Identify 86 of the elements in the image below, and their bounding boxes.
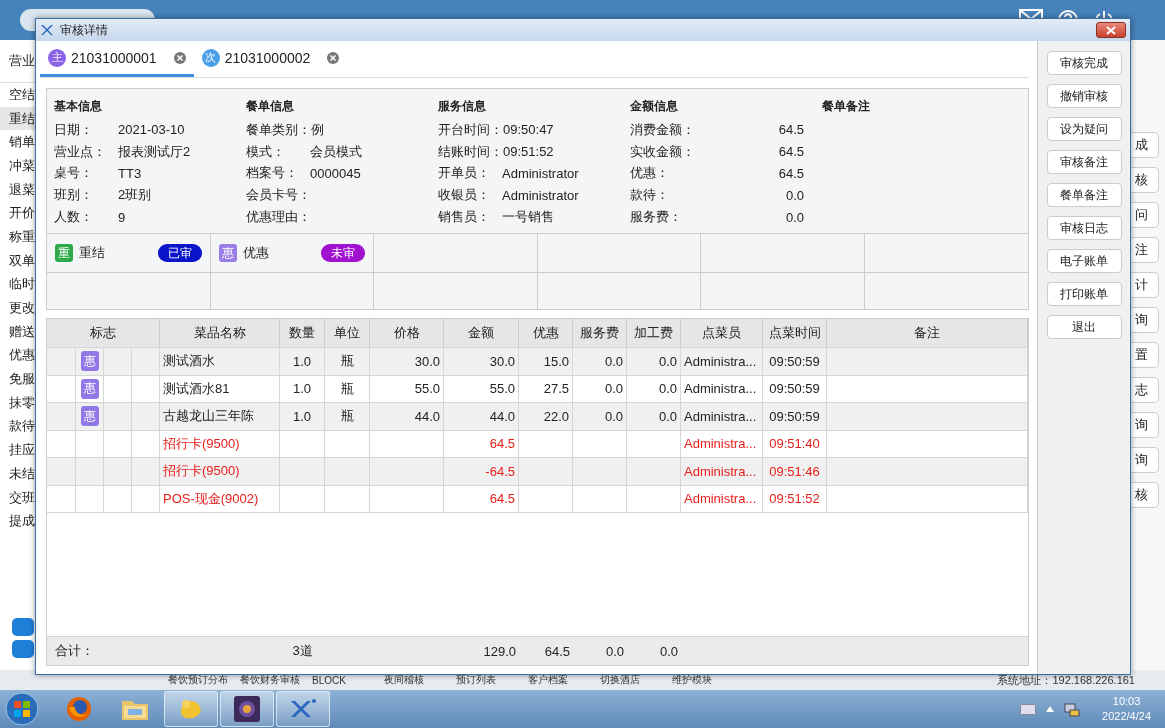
field-label: 人数： <box>54 208 94 227</box>
field-value: 2021-03-10 <box>118 122 185 138</box>
status-badge: 已审 <box>157 244 202 262</box>
table-cell: Administra... <box>681 458 763 485</box>
table-cell: 09:50:59 <box>763 348 827 375</box>
field-label: 模式： <box>246 142 286 161</box>
field-label: 开台时间： <box>438 120 503 139</box>
table-cell: 09:51:46 <box>763 458 827 485</box>
table-cell: 0.0 <box>573 403 627 430</box>
field-label: 餐单类别： <box>246 120 311 139</box>
field-label: 实收金额： <box>630 142 695 161</box>
field-value: TT3 <box>118 166 142 181</box>
system-address: 系统地址：192.168.226.161 <box>997 672 1135 688</box>
total-cell-text: 3道 <box>291 642 314 660</box>
field-value: 0000045 <box>310 166 361 181</box>
total-cell-text: 129.0 <box>482 642 517 661</box>
table-cell: POS-现金(9002) <box>160 485 280 512</box>
field-value: 9 <box>118 209 126 225</box>
field-label: 消费金额： <box>630 120 695 139</box>
field-label: 销售员： <box>438 208 491 227</box>
total-cell-text: 0.0 <box>604 642 625 661</box>
section-title: 金额信息 <box>630 98 679 115</box>
table-cell: -64.5 <box>444 458 519 485</box>
field-label: 桌号： <box>54 164 94 183</box>
discount-tag: 惠 <box>80 406 99 427</box>
field-label: 班别： <box>54 186 94 205</box>
field-label: 优惠理由： <box>246 208 311 227</box>
table-cell: 30.0 <box>444 348 519 375</box>
table-cell: 44.0 <box>444 403 519 430</box>
field-value: 2班别 <box>118 186 152 205</box>
status-badge: 未审 <box>321 244 365 262</box>
total-label: 合计： <box>54 642 95 660</box>
field-label: 结账时间： <box>438 142 503 161</box>
total-cell-text: 0.0 <box>658 642 679 661</box>
field-label: 服务费： <box>630 208 683 227</box>
field-value: 报表测试厅2 <box>118 142 191 161</box>
section-title: 餐单信息 <box>246 98 295 115</box>
field-value: 09:50:47 <box>503 122 554 138</box>
field-label: 开单员： <box>438 164 491 183</box>
flag-label: 重结 <box>79 244 105 262</box>
field-value: 例 <box>311 120 324 139</box>
table-cell: 古越龙山三年陈 <box>160 403 280 430</box>
table-cell: 15.0 <box>519 348 573 375</box>
table-cell: 30.0 <box>370 348 444 375</box>
table-cell: Administra... <box>681 348 763 375</box>
table-cell: 44.0 <box>370 403 444 430</box>
field-value: 64.5 <box>778 166 804 181</box>
discount-tag: 惠 <box>80 351 99 372</box>
field-value: 0.0 <box>785 187 804 203</box>
table-cell: 瓶 <box>325 403 370 430</box>
table-cell: 0.0 <box>573 348 627 375</box>
table-cell: 09:51:52 <box>763 485 827 512</box>
field-label: 营业点： <box>54 142 107 161</box>
field-label: 款待： <box>630 186 670 205</box>
table-cell: Administra... <box>681 485 763 512</box>
table-cell: 0.0 <box>627 403 681 430</box>
window-title: 审核详情 <box>60 21 108 39</box>
table-cell: 1.0 <box>280 348 325 375</box>
field-value: 64.5 <box>778 144 804 160</box>
field-value: Administrator <box>502 166 579 181</box>
flag-icon: 重 <box>55 244 73 262</box>
table-cell: 1.0 <box>280 403 325 430</box>
table-cell: 测试酒水 <box>160 348 280 375</box>
field-value: 64.5 <box>778 122 804 138</box>
field-value: 0.0 <box>785 209 804 225</box>
field-label: 优惠： <box>630 164 670 183</box>
section-title: 餐单备注 <box>822 98 871 115</box>
table-cell: 瓶 <box>325 348 370 375</box>
flag-label: 优惠 <box>242 244 269 262</box>
table-cell: Administra... <box>681 403 763 430</box>
field-value: 会员模式 <box>310 142 362 161</box>
section-title: 服务信息 <box>438 98 487 115</box>
table-cell: 0.0 <box>627 348 681 375</box>
field-label: 收银员： <box>438 186 491 205</box>
table-cell: 招行卡(9500) <box>160 458 280 485</box>
flag-icon: 惠 <box>218 244 237 262</box>
total-cell-text: 64.5 <box>543 642 571 661</box>
discount-tag: 惠 <box>80 378 99 399</box>
table-cell: 09:50:59 <box>763 403 827 430</box>
field-value: 09:51:52 <box>503 144 554 160</box>
field-label: 会员卡号： <box>246 186 311 205</box>
field-value: 一号销售 <box>502 208 554 227</box>
field-value: Administrator <box>502 187 579 203</box>
table-cell: 22.0 <box>519 403 573 430</box>
table-cell: 64.5 <box>444 485 519 512</box>
field-label: 档案号： <box>246 164 299 183</box>
